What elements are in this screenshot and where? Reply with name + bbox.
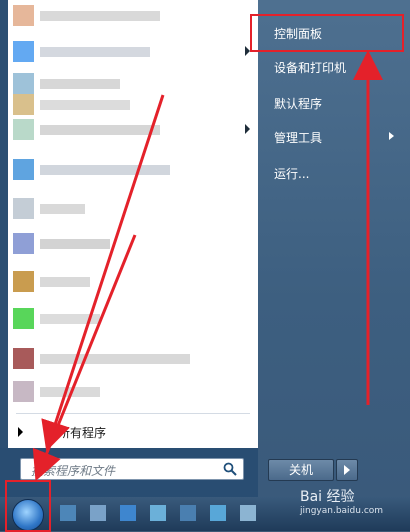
arrow-to-start-button-1 [41, 94, 165, 452]
annotation-arrows [32, 50, 383, 482]
arrow-to-start-button-2 [32, 234, 137, 482]
